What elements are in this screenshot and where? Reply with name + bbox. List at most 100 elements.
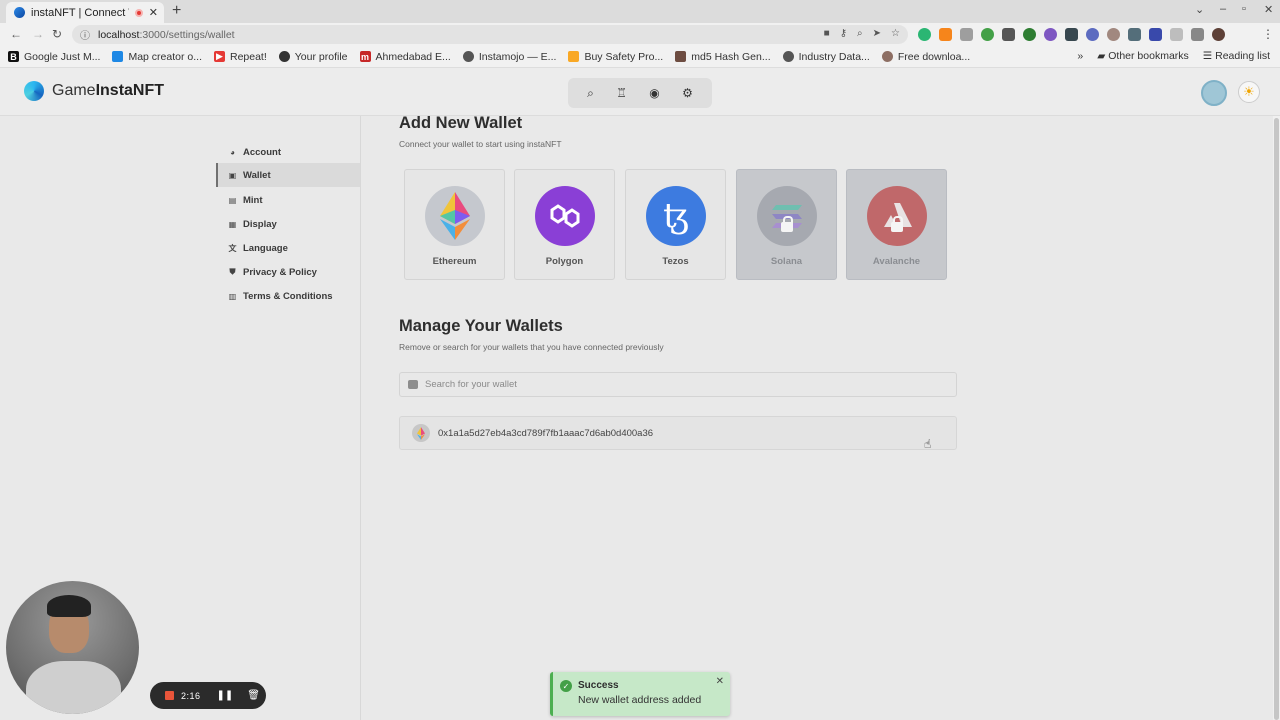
check-circle-icon: ✓ — [560, 680, 572, 692]
bookmark-item[interactable]: ▶ Repeat! — [213, 51, 267, 63]
forward-icon[interactable]: → — [32, 27, 44, 41]
puzzle-extensions-icon[interactable] — [1191, 28, 1204, 41]
connected-wallet-row[interactable]: 0x1a1a5d27eb4a3cd789f7fb1aaac7d6ab0d400a… — [399, 416, 957, 450]
browser-tab[interactable]: instaNFT | Connect W... ✕ — [6, 2, 164, 23]
bookmark-star-icon[interactable]: ☆ — [891, 28, 900, 39]
lock-icon — [891, 216, 903, 232]
webcam-overlay — [6, 581, 139, 714]
extension-icon[interactable] — [1107, 28, 1120, 41]
new-tab-icon[interactable]: + — [172, 2, 181, 20]
top-nav: ⌕ ♖ ◉ ⚙ — [568, 78, 712, 108]
send-icon[interactable]: ➤ — [873, 28, 881, 39]
url-path: :3000/settings/wallet — [139, 28, 235, 41]
hand-cursor-icon: ☝ — [924, 437, 932, 451]
wallet-card-solana[interactable]: Solana — [736, 169, 837, 280]
bookmark-item[interactable]: Map creator o... — [112, 51, 202, 63]
wallet-card-avalanche[interactable]: Avalanche — [846, 169, 947, 280]
extension-icon[interactable] — [1065, 28, 1078, 41]
sidebar-item-terms[interactable]: ▥ Terms & Conditions — [216, 284, 360, 308]
extension-icon[interactable] — [981, 28, 994, 41]
extension-icon[interactable] — [1044, 28, 1057, 41]
manage-wallets-title: Manage Your Wallets — [399, 317, 563, 335]
wallet-icon: ▣ — [228, 170, 237, 180]
shield-icon: ⛊ — [229, 267, 236, 276]
trash-icon[interactable]: 🗑 — [247, 690, 260, 701]
address-bar[interactable]: ⓘ localhost:3000/settings/wallet ■ ⚷ ⌕ ➤… — [72, 25, 908, 44]
bookmark-item[interactable]: m Ahmedabad E... — [359, 51, 451, 63]
browser-tab-strip: instaNFT | Connect W... ✕ + ⌄ – ▫ ✕ — [0, 0, 1280, 23]
extension-icon[interactable] — [1170, 28, 1183, 41]
close-icon[interactable]: ✕ — [716, 676, 724, 687]
add-wallet-title: Add New Wallet — [399, 114, 523, 132]
back-icon[interactable]: ← — [10, 27, 22, 41]
bookmark-item[interactable]: Free downloa... — [881, 51, 970, 63]
close-window-icon[interactable]: ✕ — [1264, 3, 1273, 16]
other-bookmarks[interactable]: ▰ Other bookmarks — [1097, 50, 1189, 62]
stop-recording-icon[interactable] — [165, 691, 174, 700]
settings-gear-icon[interactable]: ⚙ — [682, 86, 693, 100]
bookmark-item[interactable]: Buy Safety Pro... — [568, 51, 663, 63]
trophy-icon[interactable]: ♖ — [616, 86, 627, 100]
wallet-card-ethereum[interactable]: Ethereum — [404, 169, 505, 280]
extension-icon[interactable] — [1023, 28, 1036, 41]
sidebar-item-account[interactable]: ◕ Account — [216, 140, 360, 164]
toast-title: Success — [578, 680, 619, 691]
bookmark-item[interactable]: md5 Hash Gen... — [675, 51, 771, 63]
instanft-favicon-icon — [14, 7, 25, 18]
grammarly-extension-icon[interactable] — [918, 28, 931, 41]
document-icon: ▥ — [228, 291, 237, 301]
sidebar-item-mint[interactable]: ▤ Mint — [216, 188, 360, 212]
omnibox-actions: ■ ⚷ ⌕ ➤ ☆ — [824, 28, 900, 39]
user-avatar[interactable] — [1201, 80, 1227, 106]
profile-avatar-icon[interactable] — [1212, 28, 1225, 41]
profile-icon[interactable]: ◉ — [649, 86, 659, 100]
key-icon — [675, 51, 687, 62]
m-icon: m — [359, 51, 371, 62]
bookmarks-bar: B Google Just M... Map creator o... ▶ Repe… — [0, 46, 1280, 68]
sidebar-item-privacy[interactable]: ⛊ Privacy & Policy — [216, 260, 360, 284]
browser-menu-icon[interactable]: ⋮ — [1262, 27, 1274, 41]
zoom-icon[interactable]: ⌕ — [857, 28, 863, 39]
bookmark-b-icon: B — [8, 51, 19, 62]
sidebar-item-language[interactable]: 文 Language — [216, 236, 360, 260]
app-logo[interactable]: GameInstaNFT — [24, 81, 164, 101]
polygon-icon — [535, 186, 595, 246]
sidebar-item-wallet[interactable]: ▣ Wallet — [216, 163, 360, 187]
wallet-search-input[interactable] — [425, 379, 925, 390]
metamask-extension-icon[interactable] — [939, 28, 952, 41]
globe-icon — [782, 51, 794, 62]
wallet-card-tezos[interactable]: ꜩ Tezos — [625, 169, 726, 280]
lock-icon — [781, 216, 793, 232]
extension-icon[interactable] — [1128, 28, 1141, 41]
site-info-icon[interactable]: ⓘ — [80, 27, 90, 42]
recording-time: 2:16 — [181, 690, 201, 701]
bookmark-item[interactable]: Your profile — [278, 51, 348, 63]
bookmark-item[interactable]: Industry Data... — [782, 51, 870, 63]
sidebar-item-display[interactable]: ▦ Display — [216, 212, 360, 236]
bookmark-item[interactable]: Instamojo — E... — [462, 51, 556, 63]
language-icon: 文 — [228, 243, 237, 253]
tab-title: instaNFT | Connect W... — [31, 6, 129, 19]
pause-icon[interactable]: ❚❚ — [217, 690, 234, 701]
search-icon[interactable]: ⌕ — [587, 86, 594, 101]
wallet-name: Ethereum — [432, 256, 477, 267]
extension-icon[interactable] — [1002, 28, 1015, 41]
camera-icon[interactable]: ■ — [824, 28, 830, 39]
wallet-card-polygon[interactable]: Polygon — [514, 169, 615, 280]
extension-icon[interactable] — [1086, 28, 1099, 41]
wallet-search-box[interactable] — [399, 372, 957, 397]
close-tab-icon[interactable]: ✕ — [149, 6, 158, 19]
extension-icon[interactable] — [1149, 28, 1162, 41]
maximize-icon[interactable]: ▫ — [1242, 3, 1246, 15]
page-scrollbar-thumb[interactable] — [1274, 118, 1279, 720]
extension-icon[interactable] — [960, 28, 973, 41]
bookmark-item[interactable]: B Google Just M... — [8, 51, 100, 63]
key-icon[interactable]: ⚷ — [840, 28, 847, 39]
reload-icon[interactable]: ↻ — [52, 27, 62, 41]
reading-list[interactable]: ☰ Reading list — [1203, 50, 1270, 62]
more-bookmarks-icon[interactable]: » — [1077, 50, 1083, 62]
pen-icon — [568, 51, 580, 62]
minimize-icon[interactable]: – — [1220, 3, 1226, 15]
theme-toggle-sun-icon[interactable]: ☀ — [1238, 81, 1260, 103]
tab-search-icon[interactable]: ⌄ — [1195, 3, 1204, 16]
